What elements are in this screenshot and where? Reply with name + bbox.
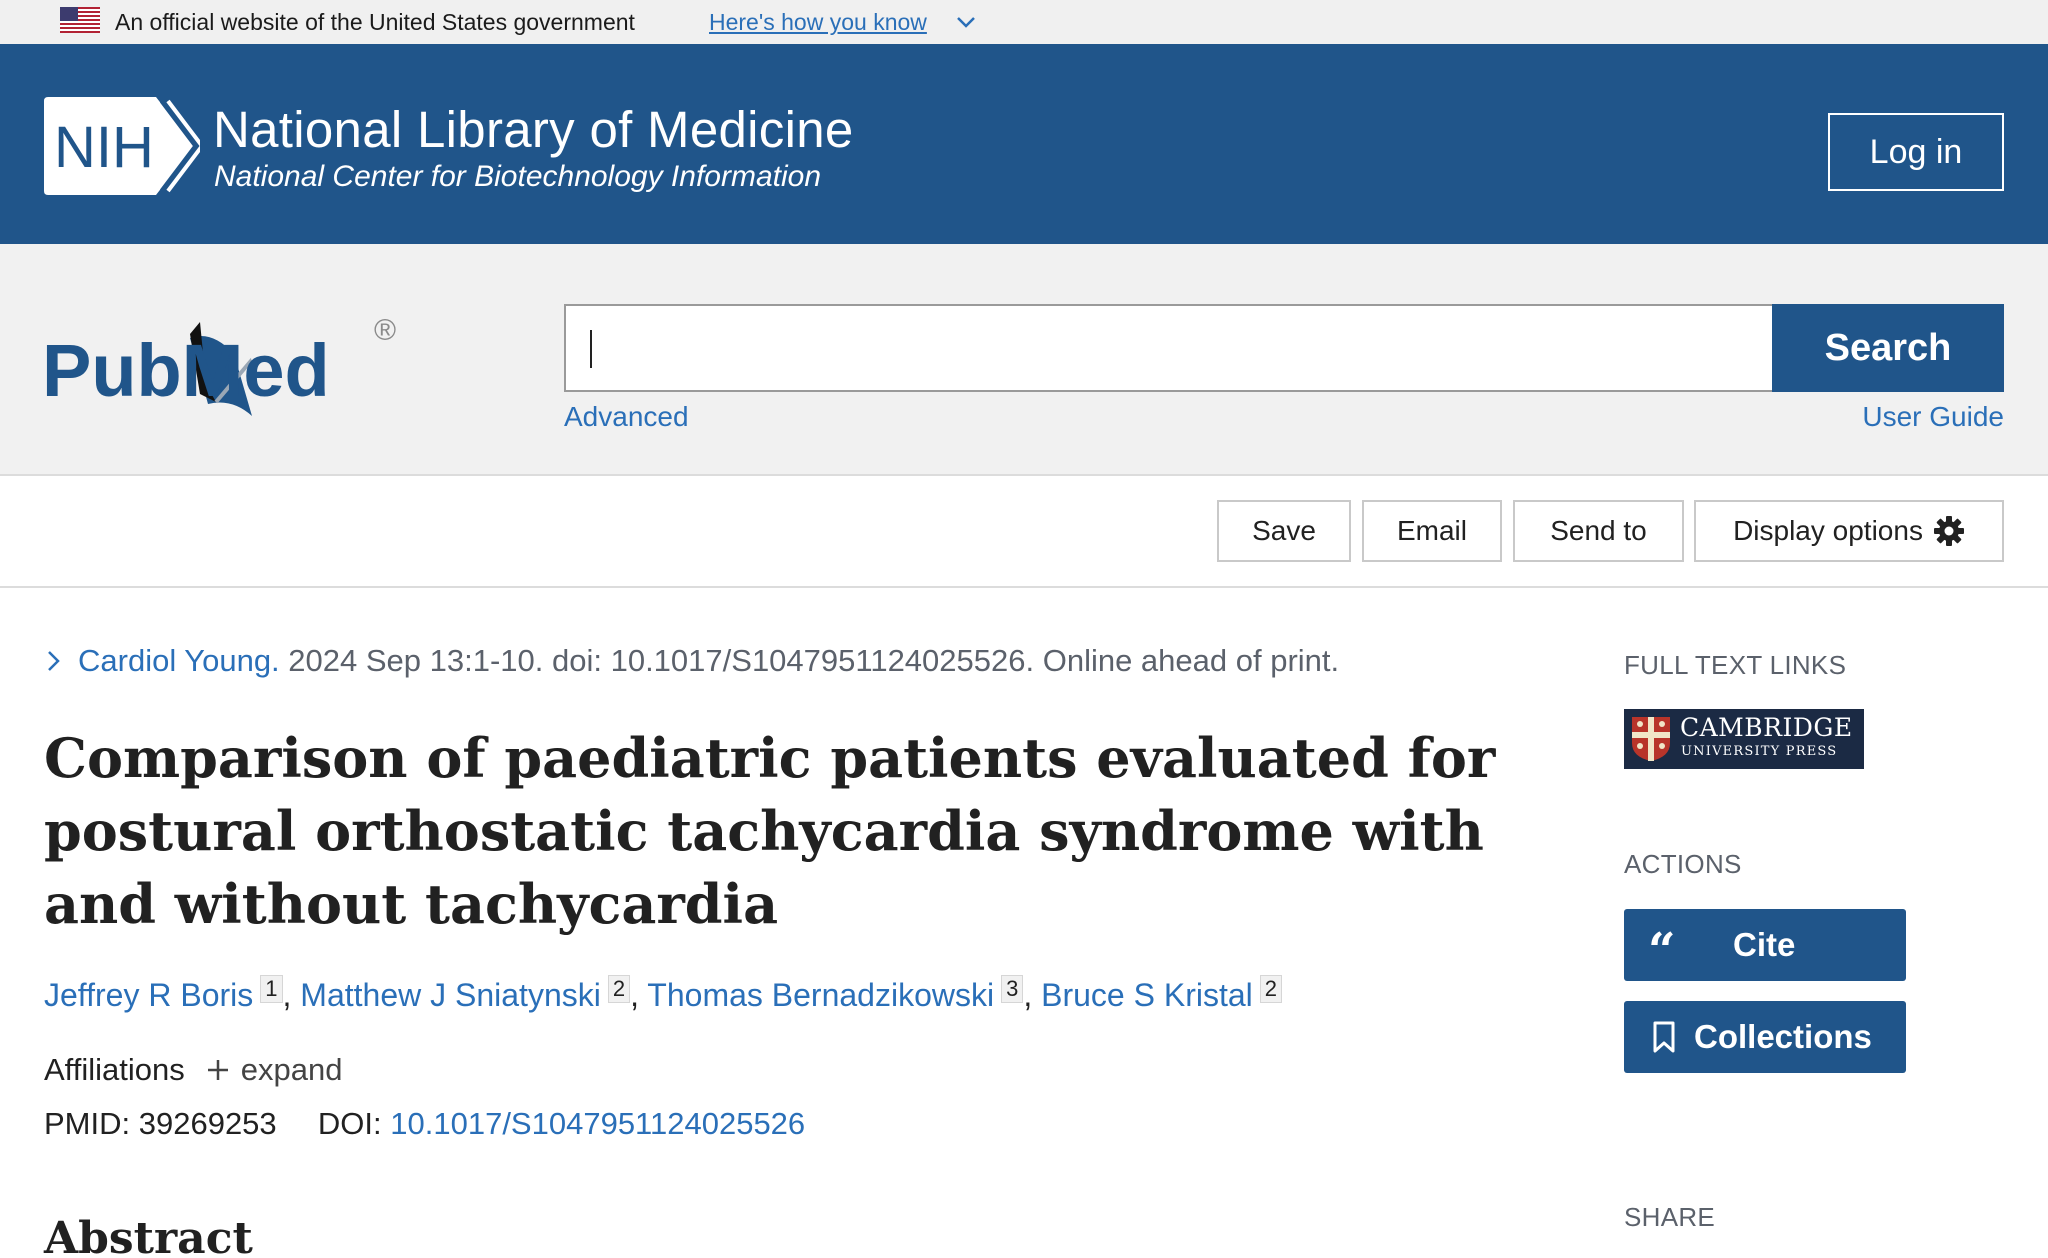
- expand-label: expand: [240, 1052, 343, 1087]
- full-text-links-heading: FULL TEXT LINKS: [1624, 650, 1847, 680]
- abstract-heading: Abstract: [44, 1213, 253, 1258]
- article-title: Comparison of paediatric patients evalua…: [44, 726, 1496, 936]
- author-link[interactable]: Bruce S Kristal: [1041, 977, 1253, 1013]
- gov-banner: An official website of the United States…: [0, 0, 2048, 44]
- chevron-down-icon[interactable]: [955, 13, 977, 31]
- doi-label: DOI:: [317, 1106, 391, 1141]
- doi-link[interactable]: 10.1017/S1047951124025526: [390, 1106, 805, 1141]
- expand-affiliations-button[interactable]: expand: [205, 1052, 343, 1088]
- affiliation-number[interactable]: 2: [1259, 975, 1282, 1003]
- nih-logo[interactable]: NIH: [44, 97, 200, 195]
- affiliation-number[interactable]: 3: [1001, 975, 1024, 1003]
- registered-mark: ®: [374, 314, 396, 347]
- email-button[interactable]: Email: [1362, 500, 1502, 562]
- collections-label: Collections: [1694, 1018, 1872, 1055]
- display-options-label: Display options: [1733, 515, 1923, 546]
- article-toolbar: Save Email Send to Display options: [0, 476, 2048, 588]
- bookmark-icon: [1653, 1021, 1675, 1053]
- advanced-search-link[interactable]: Advanced: [564, 401, 689, 433]
- text-caret: [590, 330, 592, 368]
- actions-heading: ACTIONS: [1624, 849, 1742, 879]
- publisher-name: CAMBRIDGE: [1680, 713, 1853, 742]
- pubmed-logo[interactable]: PubMed ®: [40, 294, 420, 424]
- gov-banner-text: An official website of the United States…: [115, 9, 635, 35]
- author-link[interactable]: Thomas Bernadzikowski: [647, 977, 994, 1013]
- login-button[interactable]: Log in: [1828, 113, 2004, 191]
- display-options-button[interactable]: Display options: [1694, 500, 2004, 562]
- nih-header: NIH National Library of Medicine Nationa…: [0, 44, 2048, 244]
- publisher-name-sub: UNIVERSITY PRESS: [1681, 744, 1838, 759]
- pubmed-logo-text: PubMed: [42, 329, 330, 412]
- author-link[interactable]: Jeffrey R Boris: [44, 977, 253, 1013]
- search-button[interactable]: Search: [1772, 304, 2004, 392]
- search-input[interactable]: [564, 304, 1774, 392]
- chevron-right-icon[interactable]: [44, 648, 64, 674]
- cite-label: Cite: [1733, 926, 1796, 963]
- pmid-label: PMID:: [44, 1106, 139, 1141]
- affiliation-number[interactable]: 1: [260, 975, 283, 1003]
- us-flag-icon: [60, 7, 100, 33]
- nih-logo-text: NIH: [54, 115, 154, 180]
- send-to-button[interactable]: Send to: [1513, 500, 1684, 562]
- affiliations-label: Affiliations: [44, 1052, 185, 1087]
- cite-button[interactable]: “ Cite: [1624, 909, 1906, 981]
- affiliations-row: Affiliations expand: [44, 1052, 342, 1088]
- share-heading: SHARE: [1624, 1202, 1716, 1232]
- nlm-title[interactable]: National Library of Medicine: [213, 100, 854, 159]
- save-button[interactable]: Save: [1217, 500, 1351, 562]
- collections-button[interactable]: Collections: [1624, 1001, 1906, 1073]
- article-citation: Cardiol Young. 2024 Sep 13:1-10. doi: 10…: [44, 643, 1339, 679]
- cambridge-full-text-link[interactable]: CAMBRIDGE UNIVERSITY PRESS: [1624, 709, 1864, 769]
- cambridge-shield-icon: [1632, 717, 1670, 761]
- pmid-value: 39269253: [138, 1106, 277, 1141]
- author-link[interactable]: Matthew J Sniatynski: [300, 977, 601, 1013]
- author-list: Jeffrey R Boris 1, Matthew J Sniatynski 2,…: [44, 975, 1282, 1014]
- affiliation-number[interactable]: 2: [607, 975, 631, 1003]
- quote-icon: “: [1648, 923, 1676, 979]
- ncbi-subtitle: National Center for Biotechnology Inform…: [214, 160, 822, 193]
- plus-icon: [207, 1060, 228, 1080]
- journal-link[interactable]: Cardiol Young.: [78, 643, 280, 679]
- article-identifiers: PMID: 39269253 DOI: 10.1017/S10479511240…: [44, 1106, 805, 1142]
- citation-details: 2024 Sep 13:1-10. doi: 10.1017/S10479511…: [279, 643, 1340, 678]
- gear-icon: [1933, 516, 1964, 546]
- user-guide-link[interactable]: User Guide: [1862, 401, 2004, 433]
- search-area: PubMed ® Search Advanced User Guide: [0, 244, 2048, 476]
- heres-how-you-know-link[interactable]: Here's how you know: [709, 9, 927, 36]
